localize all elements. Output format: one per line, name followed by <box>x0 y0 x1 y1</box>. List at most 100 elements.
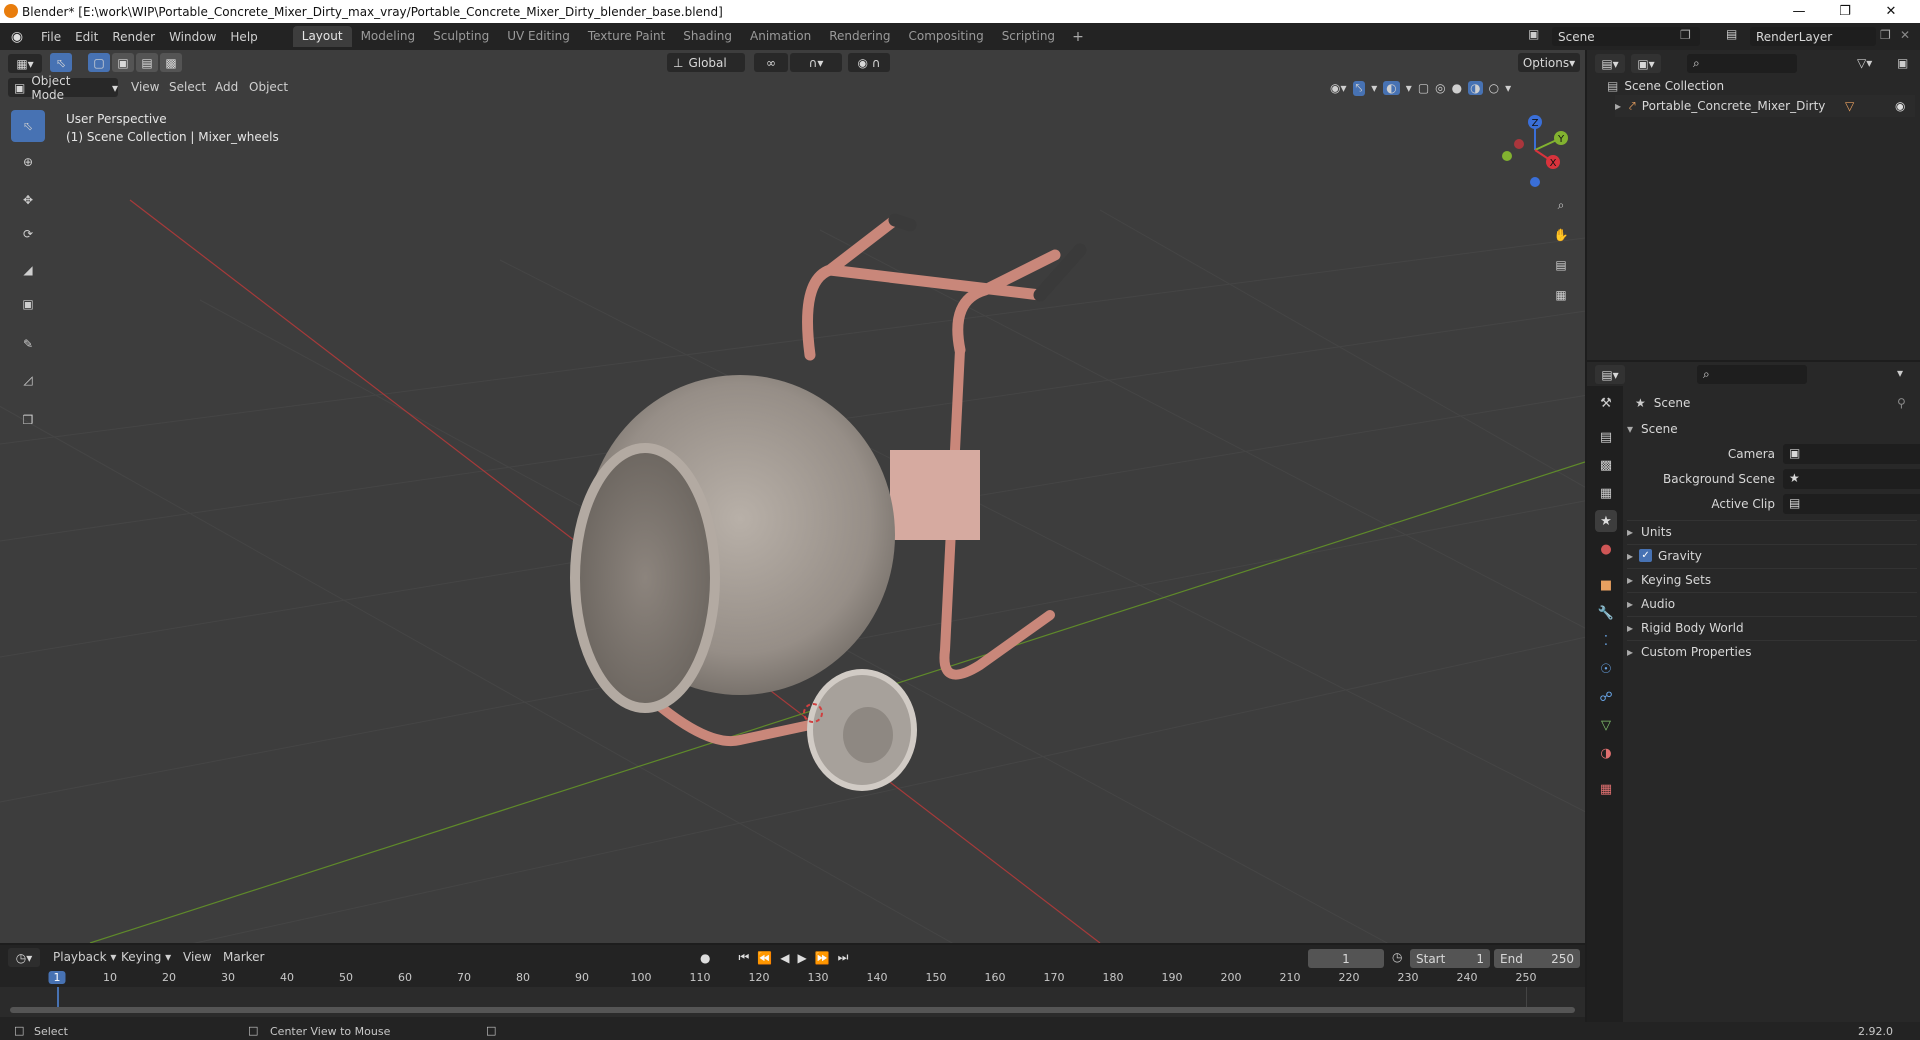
tool-tab-icon[interactable]: ⚒ <box>1595 392 1617 414</box>
view-layer-selector[interactable]: RenderLayer <box>1750 27 1876 46</box>
zoom-view-button[interactable]: ⌕ <box>1548 192 1574 218</box>
scene-tab-icon[interactable]: ★ <box>1595 510 1617 532</box>
gizmo-toggle-icon[interactable]: ⤣ <box>1352 80 1366 96</box>
tool-scale[interactable]: ◢ <box>11 254 45 286</box>
select-subtract-icon[interactable]: ▤ <box>136 53 158 72</box>
panel-units[interactable]: ▸ Units <box>1627 520 1917 542</box>
workspace-tab-texture-paint[interactable]: Texture Paint <box>579 26 674 47</box>
play-icon[interactable]: ▶ <box>797 951 806 965</box>
material-tab-icon[interactable]: ◑ <box>1595 742 1617 764</box>
pin-icon[interactable]: ⚲ <box>1897 396 1906 410</box>
menu-window[interactable]: Window <box>162 30 223 44</box>
menu-help[interactable]: Help <box>223 30 264 44</box>
world-tab-icon[interactable]: ● <box>1595 538 1617 560</box>
current-frame-field[interactable]: 1 <box>1308 949 1384 968</box>
timeline-menu-playback[interactable]: Playback ▾ <box>46 950 123 964</box>
panel-audio[interactable]: ▸ Audio <box>1627 592 1917 614</box>
restore-button[interactable]: ❐ <box>1822 0 1868 23</box>
concrete-mixer-model[interactable] <box>570 213 1087 791</box>
jump-start-icon[interactable]: ⏮ <box>738 950 749 965</box>
menu-render[interactable]: Render <box>105 30 162 44</box>
gravity-checkbox[interactable]: ✓ <box>1639 549 1653 562</box>
camera-field[interactable]: ▣✎ <box>1783 444 1920 464</box>
tool-move[interactable]: ✥ <box>11 184 45 216</box>
workspace-tab-rendering[interactable]: Rendering <box>820 26 899 47</box>
timeline-menu-keying[interactable]: Keying ▾ <box>114 950 178 964</box>
filter-icon[interactable]: ▽▾ <box>1857 56 1872 70</box>
new-scene-icon[interactable]: ❐ <box>1680 28 1691 42</box>
workspace-tab-sculpting[interactable]: Sculpting <box>424 26 498 47</box>
viewport-menu-select[interactable]: Select <box>162 80 213 94</box>
active-tool-select-button[interactable]: ⬁ <box>50 53 72 72</box>
outliner-row-scene-collection[interactable]: ▤ Scene Collection <box>1607 75 1907 97</box>
prev-keyframe-icon[interactable]: ⏪ <box>757 951 772 965</box>
view-layer-icon[interactable]: ▤ <box>1726 27 1737 41</box>
snap-toggle[interactable]: ∩▾ <box>790 53 842 72</box>
panel-gravity[interactable]: ▸ ✓ Gravity <box>1627 544 1917 566</box>
tool-annotate[interactable]: ✎ <box>11 328 45 360</box>
proportional-edit-toggle[interactable]: ◉ ∩ <box>848 53 890 72</box>
new-view-layer-icon[interactable]: ❐ <box>1880 28 1891 42</box>
timeline-editor-type[interactable]: ◷▾ <box>8 948 40 967</box>
workspace-tab-shading[interactable]: Shading <box>674 26 741 47</box>
tool-cursor[interactable]: ⊕ <box>11 146 45 178</box>
selection-mode-buttons[interactable]: ▢ ▣ ▤ ▩ <box>88 53 184 72</box>
timeline-menu-marker[interactable]: Marker <box>216 950 271 964</box>
data-tab-icon[interactable]: ▽ <box>1595 714 1617 736</box>
remove-view-layer-icon[interactable]: ✕ <box>1900 28 1910 42</box>
transform-orientation-dropdown[interactable]: ⊥ Global <box>667 53 745 72</box>
object-mode-dropdown[interactable]: ▣ Object Mode ▾ <box>8 74 118 102</box>
outliner-search-input[interactable]: ⌕ <box>1687 54 1797 73</box>
tool-select-box[interactable]: ⬁ <box>11 110 45 142</box>
pivot-point-dropdown[interactable]: ∞ <box>754 53 788 72</box>
select-extend-icon[interactable]: ▣ <box>112 53 134 72</box>
viewport-menu-add[interactable]: Add <box>208 80 245 94</box>
workspace-tab-compositing[interactable]: Compositing <box>899 26 992 47</box>
scene-selector[interactable]: Scene <box>1552 27 1700 46</box>
view-layer-tab-icon[interactable]: ▦ <box>1595 482 1617 504</box>
next-keyframe-icon[interactable]: ⏩ <box>815 951 830 965</box>
select-set-icon[interactable]: ▢ <box>88 53 110 72</box>
viewport-menu-view[interactable]: View <box>124 80 166 94</box>
panel-keying-sets[interactable]: ▸ Keying Sets <box>1627 568 1917 590</box>
record-icon[interactable]: ● <box>700 951 710 965</box>
properties-search-input[interactable]: ⌕ <box>1697 365 1807 384</box>
modifier-tab-icon[interactable]: 🔧 <box>1595 602 1617 624</box>
add-workspace-icon[interactable]: + <box>1064 29 1092 45</box>
scene-type-icon[interactable]: ▣ <box>1528 27 1539 41</box>
new-collection-icon[interactable]: ▣ <box>1897 56 1908 70</box>
xray-toggle-icon[interactable]: ▢ <box>1418 81 1429 95</box>
solid-shading-icon[interactable]: ● <box>1452 81 1462 95</box>
workspace-tab-uv-editing[interactable]: UV Editing <box>498 26 579 47</box>
panel-custom-properties[interactable]: ▸ Custom Properties <box>1627 640 1917 662</box>
ortho-toggle-button[interactable]: ▦ <box>1548 282 1574 308</box>
options-dropdown[interactable]: Options ▾ <box>1518 53 1580 72</box>
output-tab-icon[interactable]: ▩ <box>1595 454 1617 476</box>
tool-transform[interactable]: ▣ <box>11 288 45 320</box>
tool-measure[interactable]: ◿ <box>11 364 45 396</box>
start-frame-field[interactable]: Start 1 <box>1410 949 1490 968</box>
3d-viewport[interactable]: ▦▾ ⬁ ▢ ▣ ▤ ▩ ⊥ Global ∞ ∩▾ ◉ ∩ Options ▾ … <box>0 50 1585 943</box>
viewport-menu-object[interactable]: Object <box>242 80 295 94</box>
chevron-down-icon[interactable]: ▾ <box>1897 366 1903 380</box>
particles-tab-icon[interactable]: ⁚ <box>1595 630 1617 652</box>
camera-view-button[interactable]: ▤ <box>1548 252 1574 278</box>
material-shading-icon[interactable]: ◑ <box>1468 81 1483 95</box>
workspace-tab-scripting[interactable]: Scripting <box>993 26 1064 47</box>
jump-end-icon[interactable]: ⏭ <box>838 950 849 965</box>
outliner-display-mode[interactable]: ▣▾ <box>1631 54 1661 73</box>
outliner-row-object[interactable]: ▸ ⤤ Portable_Concrete_Mixer_Dirty ▽ ◉ <box>1615 95 1915 117</box>
tool-add-cube[interactable]: ❒ <box>11 404 45 436</box>
tool-rotate[interactable]: ⟳ <box>11 218 45 250</box>
wireframe-shading-icon[interactable]: ◎ <box>1435 81 1445 95</box>
preview-range-icon[interactable]: ◷ <box>1392 950 1402 964</box>
scene-section-header[interactable]: ▾ Scene <box>1627 418 1917 440</box>
blender-menu-icon[interactable]: ◉ <box>0 29 34 45</box>
properties-editor-type[interactable]: ▤▾ <box>1595 365 1625 384</box>
visibility-eye-icon[interactable]: ◉▾ <box>1330 81 1347 95</box>
visibility-eye-icon[interactable]: ◉ <box>1895 99 1905 113</box>
close-button[interactable]: ✕ <box>1868 0 1914 23</box>
workspace-tab-layout[interactable]: Layout <box>292 26 352 47</box>
menu-file[interactable]: File <box>34 30 68 44</box>
menu-edit[interactable]: Edit <box>68 30 105 44</box>
